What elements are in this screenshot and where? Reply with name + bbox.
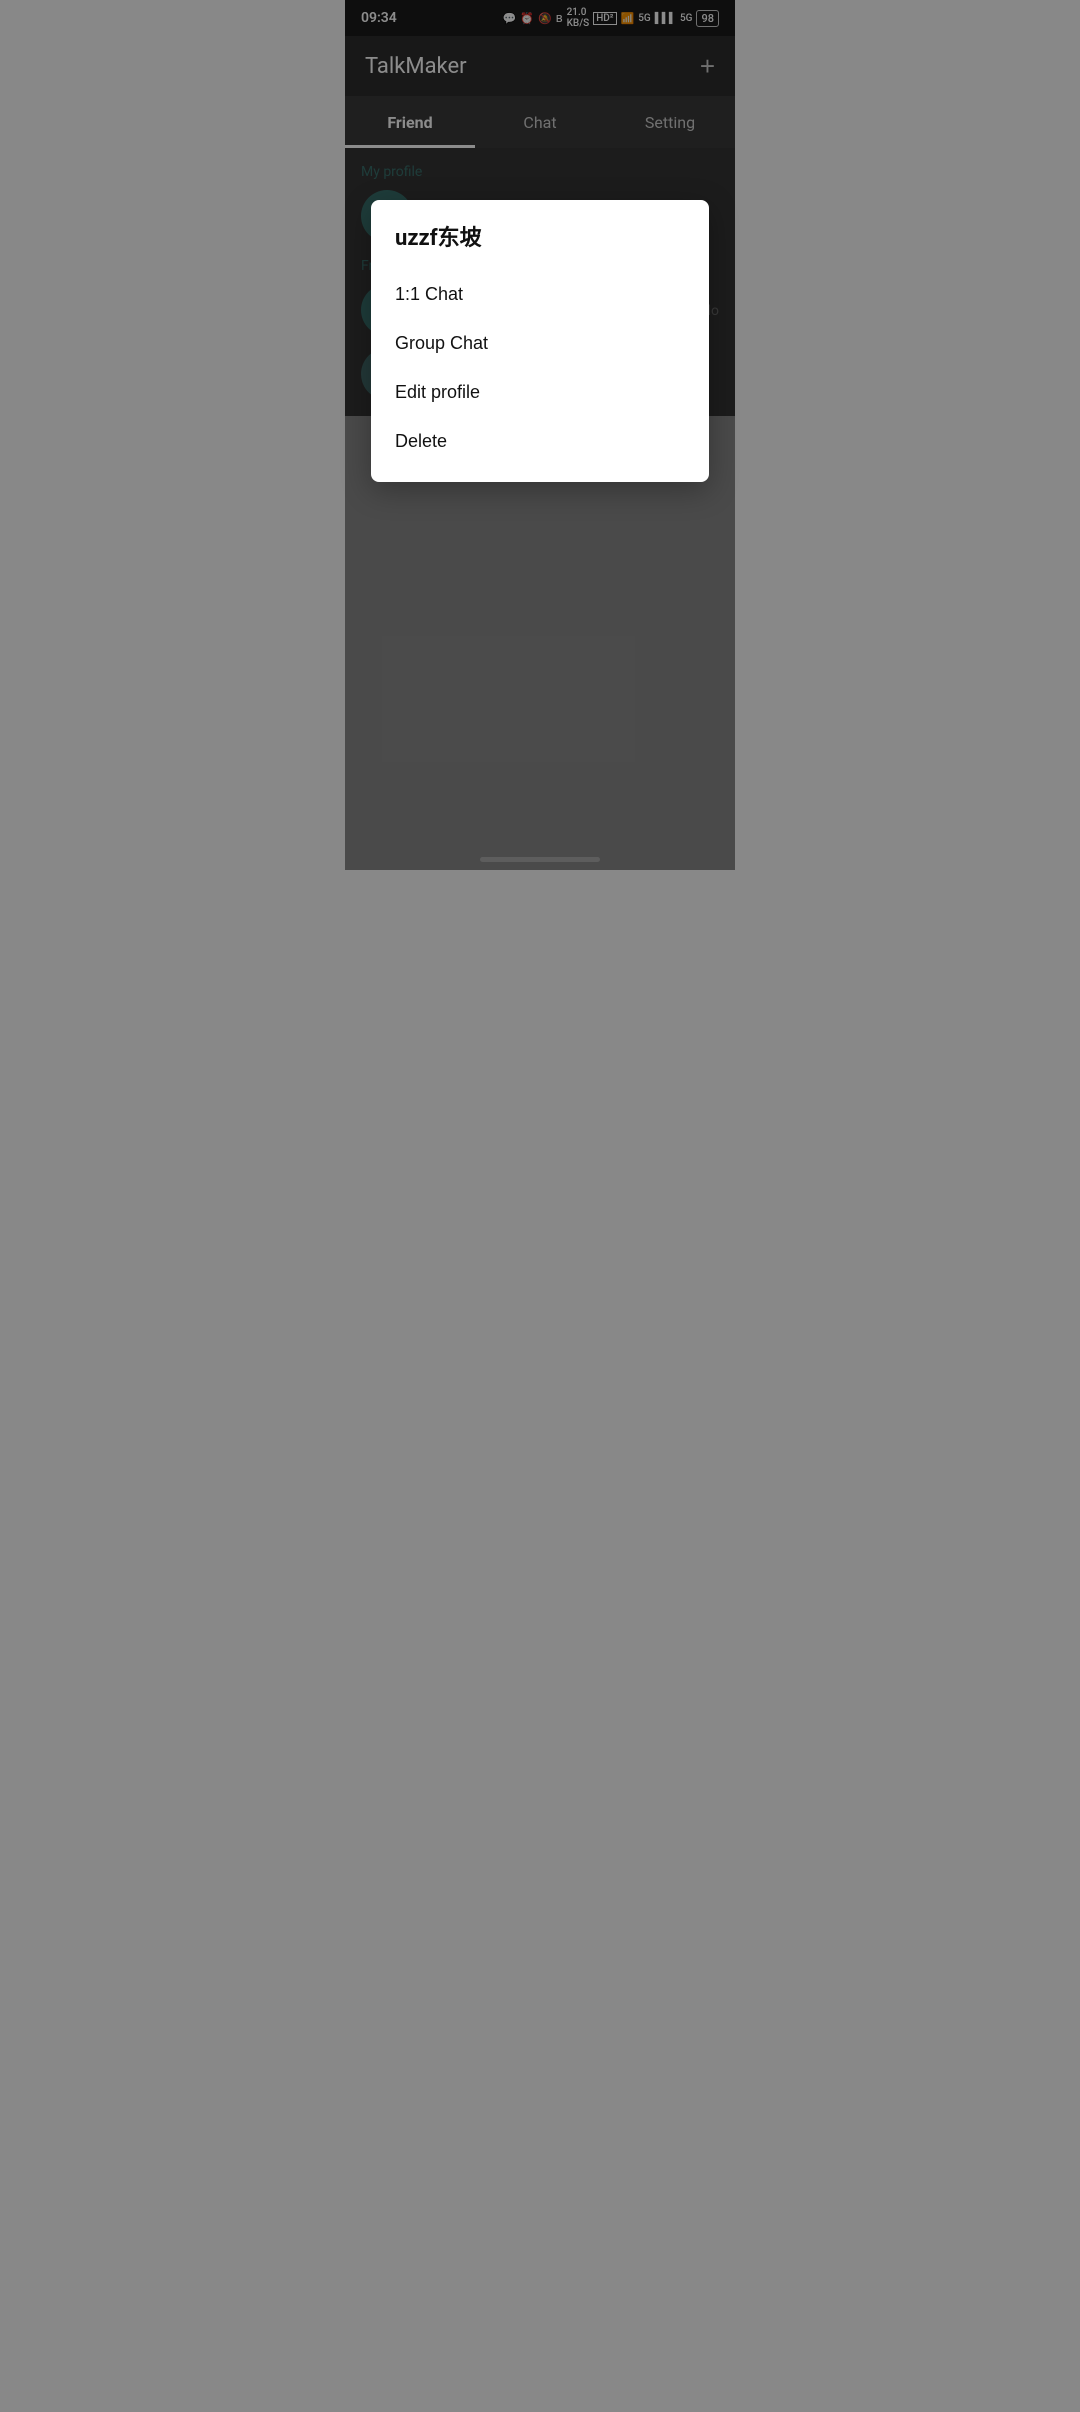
context-menu-group-chat[interactable]: Group Chat xyxy=(395,319,685,368)
context-menu-edit-profile[interactable]: Edit profile xyxy=(395,368,685,417)
context-menu-delete[interactable]: Delete xyxy=(395,417,685,466)
context-menu-title: uzzf东坡 xyxy=(395,220,685,252)
context-menu-dialog: uzzf东坡 1:1 Chat Group Chat Edit profile … xyxy=(371,200,709,482)
context-menu-one-to-one-chat[interactable]: 1:1 Chat xyxy=(395,270,685,319)
